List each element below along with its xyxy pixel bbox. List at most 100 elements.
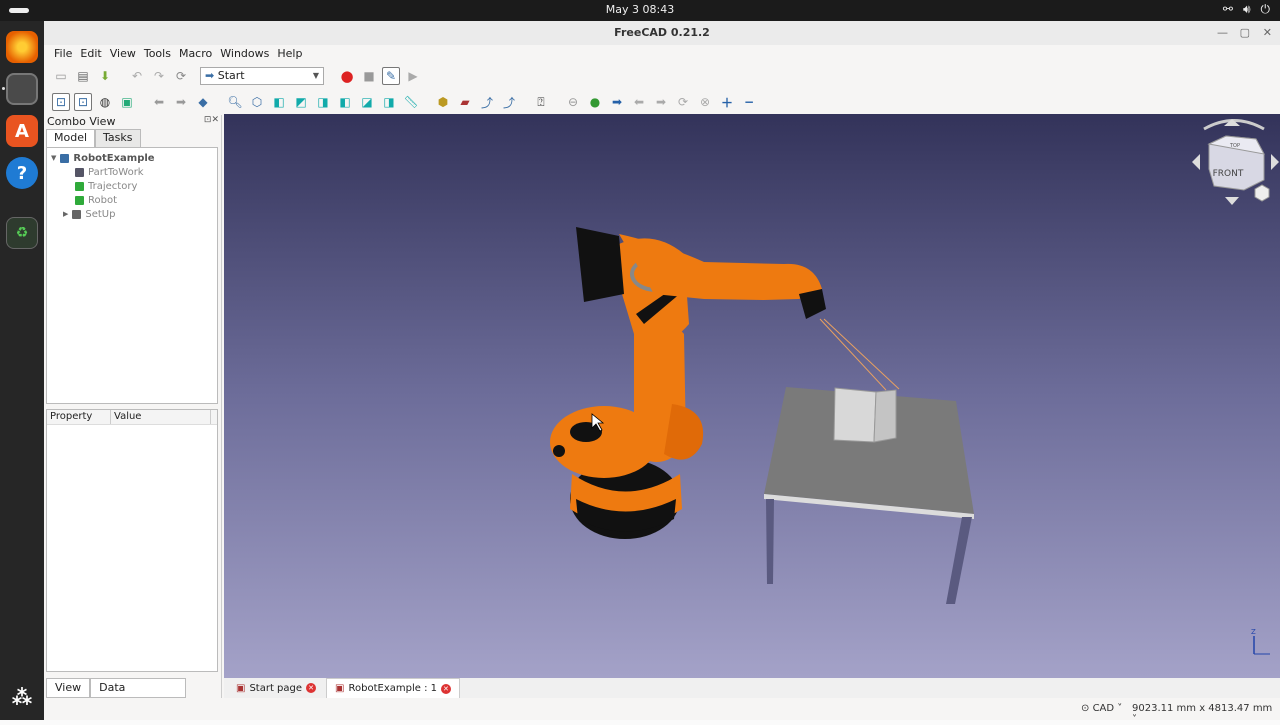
property-header: Property Value xyxy=(47,410,217,425)
back-icon[interactable]: ⬅ xyxy=(150,93,168,111)
trash-icon[interactable]: ♻ xyxy=(6,217,38,249)
table-model[interactable] xyxy=(764,318,974,604)
save-icon[interactable]: ⬇ xyxy=(96,67,114,85)
navcube-front-label: FRONT xyxy=(1213,169,1244,179)
bottom-view-icon[interactable]: ◪ xyxy=(358,93,376,111)
zoom-out-icon[interactable]: − xyxy=(740,93,758,111)
tab-start-page[interactable]: ▣ Start page ✕ xyxy=(228,678,324,698)
show-apps-icon[interactable]: ⁂ xyxy=(6,681,38,713)
tree-item-robot[interactable]: Robot xyxy=(47,193,217,207)
link-icon[interactable]: ⤴ xyxy=(478,93,496,111)
maximize-button[interactable]: ▢ xyxy=(1240,21,1250,45)
zoom-in-icon[interactable]: ＋ xyxy=(718,93,736,111)
forward-icon[interactable]: ➡ xyxy=(172,93,190,111)
combo-tabs: Model Tasks xyxy=(44,129,221,147)
top-view-icon[interactable]: ◩ xyxy=(292,93,310,111)
close-tab-icon[interactable]: ✕ xyxy=(440,683,451,694)
workbench-selector[interactable]: ➡ Start ▼ xyxy=(200,67,324,85)
draw-style-icon[interactable]: ◍ xyxy=(96,93,114,111)
web-refresh-icon[interactable]: ⟳ xyxy=(674,93,692,111)
3d-viewport[interactable]: TOP FRONT Z xyxy=(224,114,1280,678)
tab-model[interactable]: Model xyxy=(46,129,96,147)
menu-file[interactable]: File xyxy=(50,45,76,63)
web-forward-icon[interactable]: ➡ xyxy=(652,93,670,111)
web-back-icon[interactable]: ⬅ xyxy=(630,93,648,111)
tab-view[interactable]: View xyxy=(46,678,91,698)
navigation-style[interactable]: ⊙ CAD ˅ xyxy=(1081,703,1122,714)
part-feature-icon xyxy=(75,167,84,177)
close-tab-icon[interactable]: ✕ xyxy=(306,683,317,693)
new-document-icon[interactable]: ▭ xyxy=(52,67,70,85)
navigation-cube[interactable]: TOP FRONT xyxy=(1192,119,1279,205)
macro-edit-icon[interactable]: ✎ xyxy=(382,67,400,85)
tab-start-page-label: Start page xyxy=(249,682,303,694)
volume-icon[interactable]: 🔊︎ xyxy=(1243,2,1251,17)
bounding-box-icon[interactable]: ▣ xyxy=(118,93,136,111)
menu-tools[interactable]: Tools xyxy=(140,45,175,63)
menu-view[interactable]: View xyxy=(106,45,140,63)
combo-view-title: Combo View ⊡✕ xyxy=(44,115,221,129)
link-actions-icon[interactable]: ⤴ xyxy=(500,93,518,111)
app-center-icon[interactable]: A xyxy=(6,115,38,147)
tab-tasks[interactable]: Tasks xyxy=(95,129,141,147)
macro-stop-icon[interactable]: ■ xyxy=(360,67,378,85)
open-icon[interactable]: ▤ xyxy=(74,67,92,85)
zoom-icon[interactable]: 🔍︎ xyxy=(226,93,244,111)
whats-this-icon[interactable]: ⍰ xyxy=(532,93,550,111)
tree-item-root[interactable]: ▼ RobotExample xyxy=(47,151,217,165)
trajectory-icon xyxy=(75,181,84,191)
dimension-readout[interactable]: 9023.11 mm x 4813.47 mm ˅ xyxy=(1132,703,1280,725)
web-stop-icon[interactable]: ⊖ xyxy=(564,93,582,111)
web-stop-loading-icon[interactable]: ⊗ xyxy=(696,93,714,111)
web-go-icon[interactable]: ➡ xyxy=(608,93,626,111)
close-button[interactable]: ✕ xyxy=(1263,21,1272,45)
redo-icon[interactable]: ↷ xyxy=(150,67,168,85)
sync-view-icon[interactable]: ◆ xyxy=(194,93,212,111)
part-icon[interactable]: ⬢ xyxy=(434,93,452,111)
tree-item-setup[interactable]: ▶ SetUp xyxy=(47,207,217,221)
tree-item-parttowork[interactable]: PartToWork xyxy=(47,165,217,179)
minimize-button[interactable]: — xyxy=(1217,21,1228,45)
menu-windows[interactable]: Windows xyxy=(216,45,273,63)
left-view-icon[interactable]: ◨ xyxy=(380,93,398,111)
document-tabs: ▣ Start page ✕ ▣ RobotExample : 1 ✕ xyxy=(224,678,1280,698)
tab-robotexample[interactable]: ▣ RobotExample : 1 ✕ xyxy=(326,678,460,698)
dock-buttons[interactable]: ⊡✕ xyxy=(204,115,219,125)
front-view-icon[interactable]: ◧ xyxy=(270,93,288,111)
menu-edit[interactable]: Edit xyxy=(76,45,105,63)
file-toolbar: ▭ ▤ ⬇ ↶ ↷ ⟳ ➡ Start ▼ ● ■ ✎ ▶ xyxy=(44,63,1280,89)
help-icon[interactable]: ? xyxy=(6,157,38,189)
files-icon[interactable] xyxy=(6,73,38,105)
clock[interactable]: May 3 08:43 xyxy=(0,3,1280,16)
undo-icon[interactable]: ↶ xyxy=(128,67,146,85)
rear-view-icon[interactable]: ◧ xyxy=(336,93,354,111)
group-icon xyxy=(72,209,82,219)
property-column-header[interactable]: Property xyxy=(47,410,111,424)
macro-record-icon[interactable]: ● xyxy=(338,67,356,85)
expand-arrow-icon[interactable]: ▶ xyxy=(63,210,68,218)
power-icon[interactable]: ⏻ xyxy=(1261,2,1271,17)
status-bar: ⊙ CAD ˅ 9023.11 mm x 4813.47 mm ˅ xyxy=(44,698,1280,725)
collapse-arrow-icon[interactable]: ▼ xyxy=(51,154,56,162)
navcube-top-label: TOP xyxy=(1229,143,1240,149)
tree-item-trajectory[interactable]: Trajectory xyxy=(47,179,217,193)
freecad-icon: ▣ xyxy=(335,683,345,694)
measure-icon[interactable]: 📏︎ xyxy=(402,93,420,111)
value-column-header[interactable]: Value xyxy=(111,410,211,424)
menu-macro[interactable]: Macro xyxy=(175,45,216,63)
fit-selection-icon[interactable]: ⊡ xyxy=(74,93,92,111)
firefox-icon[interactable] xyxy=(6,31,38,63)
menu-help[interactable]: Help xyxy=(273,45,306,63)
refresh-icon[interactable]: ⟳ xyxy=(172,67,190,85)
tab-robotexample-label: RobotExample : 1 xyxy=(348,683,437,694)
chevron-down-icon: ▼ xyxy=(312,71,319,80)
property-tabs: View Data xyxy=(46,678,187,698)
right-view-icon[interactable]: ◨ xyxy=(314,93,332,111)
tab-data[interactable]: Data xyxy=(90,678,187,698)
group-icon[interactable]: ▰ xyxy=(456,93,474,111)
macro-run-icon[interactable]: ▶ xyxy=(404,67,422,85)
web-home-icon[interactable]: ● xyxy=(586,93,604,111)
fit-all-icon[interactable]: ⊡ xyxy=(52,93,70,111)
network-icon[interactable]: ⚯ xyxy=(1223,2,1233,17)
isometric-view-icon[interactable]: ⬡ xyxy=(248,93,266,111)
